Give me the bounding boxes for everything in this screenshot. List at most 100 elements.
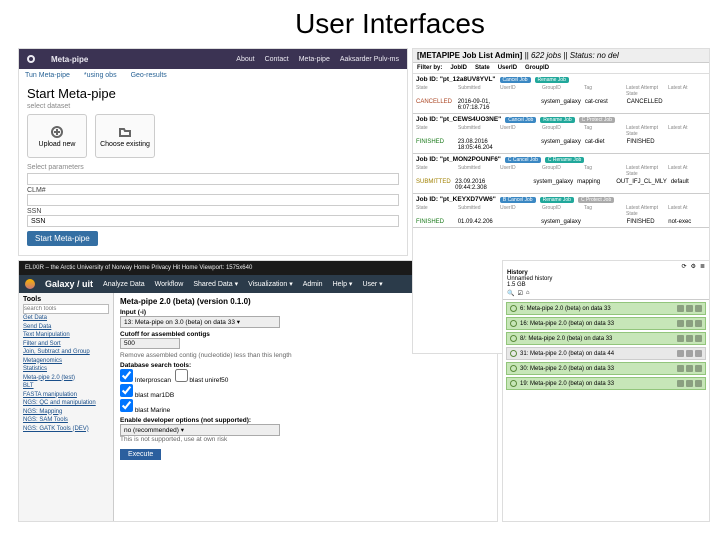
filter-userid[interactable]: UserID [498,65,517,71]
gxnav-shared[interactable]: Shared Data ▾ [193,280,238,288]
job-action-pill[interactable]: Rename Job [535,77,569,83]
history-action-icon[interactable] [677,320,684,327]
history-item[interactable]: 16: Meta-pipe 2.0 (beta) on data 33 [506,317,706,330]
job-action-pill[interactable]: Rename Job [540,197,574,203]
history-action-icon[interactable] [677,305,684,312]
cutoff-input[interactable]: 500 [120,338,180,349]
tool-link-5[interactable]: Metagenomics [23,358,109,366]
job-col-value: system_galaxy [533,179,573,191]
metapipe-brand: Meta-pipe [51,55,88,64]
job-col-value: 2016-09-01, 6:07:18.716 [458,99,496,111]
search-icon[interactable]: 🔍 [507,290,514,297]
upload-new-button[interactable]: Upload new [27,114,87,158]
history-action-icon[interactable] [677,365,684,372]
job-action-pill[interactable]: Cancel Job [500,77,531,83]
job-action-pill[interactable]: Rename Job [540,117,574,123]
job-action-pill[interactable]: Cancel Job [505,117,536,123]
param-top-input[interactable] [27,173,399,185]
history-action-icon[interactable] [686,365,693,372]
tool-link-12[interactable]: NGS: SAM Tools [23,417,109,425]
db-opt-2[interactable]: blast uniref50 [175,377,229,384]
history-action-icon[interactable] [686,335,693,342]
job-action-pill[interactable]: B Cancel Job [500,197,536,203]
tool-link-0[interactable]: Get Data [23,315,109,323]
db-check-2[interactable] [175,369,188,382]
tool-link-13[interactable]: NGS: GATK Tools (DEV) [23,426,109,434]
db-opt-4[interactable]: blast Marine [120,407,170,414]
nav-user[interactable]: Aaksarder Pulv-ms [340,56,399,63]
history-action-icon[interactable] [695,305,702,312]
tab-run[interactable]: Tun Meta-pipe [25,72,70,79]
history-item[interactable]: 30: Meta-pipe 2.0 (beta) on data 33 [506,362,706,375]
gxnav-viz[interactable]: Visualization ▾ [248,280,293,288]
gxnav-admin[interactable]: Admin [303,281,323,288]
job-action-pill[interactable]: C Protect Job [579,117,615,123]
history-panel: ⟳ ⚙ ≣ History Unnamed history 1.5 GB 🔍 ☑… [502,260,710,522]
job-col-value: SUBMITTED [416,179,451,191]
tool-link-10[interactable]: NGS: QC and manipulation [23,400,109,408]
history-action-icon[interactable] [695,380,702,387]
tool-link-6[interactable]: Statistics [23,366,109,374]
tool-link-3[interactable]: Filter and Sort [23,341,109,349]
db-opt-1[interactable]: Interproscan [120,377,171,384]
refresh-icon[interactable]: ⟳ [682,263,687,270]
history-action-icon[interactable] [695,365,702,372]
history-action-icon[interactable] [686,380,693,387]
db-check-1[interactable] [120,369,133,382]
list-icon[interactable]: ≣ [700,263,705,270]
param-clm-input[interactable] [27,194,399,206]
history-action-icon[interactable] [677,335,684,342]
db-opt-3[interactable]: blast mar1DB [120,392,174,399]
history-action-icon[interactable] [686,350,693,357]
history-action-icon[interactable] [677,380,684,387]
tool-link-9[interactable]: FASTA manipulation [23,392,109,400]
history-action-icon[interactable] [686,320,693,327]
gxnav-user[interactable]: User ▾ [362,280,382,288]
gxnav-workflow[interactable]: Workflow [155,281,184,288]
gxnav-help[interactable]: Help ▾ [333,280,353,288]
dev-select[interactable]: no (recommended) ▾ [120,424,280,436]
param-ssn-input[interactable] [27,215,399,227]
tool-link-1[interactable]: Send Data [23,324,109,332]
execute-button[interactable]: Execute [120,449,161,460]
history-item[interactable]: 19: Meta-pipe 2.0 (beta) on data 33 [506,377,706,390]
gear-icon[interactable]: ⚙ [691,263,696,270]
tool-link-4[interactable]: Join, Subtract and Group [23,349,109,357]
input-label: Input (-i) [120,309,146,316]
nav-contact[interactable]: Contact [265,56,289,63]
tool-link-7[interactable]: Meta-pipe 2.0 (test) [23,375,109,383]
input-select[interactable]: 13: Meta-pipe on 3.0 (beta) on data 33 ▾ [120,316,280,328]
choose-existing-button[interactable]: Choose existing [95,114,155,158]
filter-state[interactable]: State [475,65,490,71]
tools-header: Tools [23,296,109,303]
filter-groupid[interactable]: GroupID [525,65,549,71]
nav-metapipe[interactable]: Meta-pipe [299,56,330,63]
nav-about[interactable]: About [236,56,254,63]
tools-search-input[interactable] [23,304,109,314]
filter-jobid[interactable]: JobID [450,65,467,71]
tab-jobs[interactable]: *using obs [84,72,117,79]
check-all-icon[interactable]: ☑ [517,290,522,297]
job-action-pill[interactable]: C Cancel Job [505,157,541,163]
tool-link-2[interactable]: Text Manipulation [23,332,109,340]
history-action-icon[interactable] [677,350,684,357]
history-item[interactable]: 6: Meta-pipe 2.0 (beta) on data 33 [506,302,706,315]
history-item-actions [677,335,702,342]
start-metapipe-button[interactable]: Start Meta-pipe [27,231,98,246]
history-item[interactable]: 31: Meta-pipe 2.0 (beta) on data 44 [506,347,706,360]
history-action-icon[interactable] [695,335,702,342]
tool-link-11[interactable]: NGS: Mapping [23,409,109,417]
tag-icon[interactable]: ⌂ [526,290,530,297]
db-check-4[interactable] [120,399,133,412]
tool-link-8[interactable]: BLT [23,383,109,391]
galaxy-logo-icon [25,279,35,289]
job-action-pill[interactable]: C Protect Job [578,197,614,203]
tab-georesults[interactable]: Geo-results [131,72,167,79]
gxnav-analyze[interactable]: Analyze Data [103,281,145,288]
history-action-icon[interactable] [695,350,702,357]
db-check-3[interactable] [120,384,133,397]
history-action-icon[interactable] [686,305,693,312]
job-action-pill[interactable]: C Rename Job [545,157,584,163]
history-action-icon[interactable] [695,320,702,327]
history-item[interactable]: 8/: Meta-pipe 2.0 (beta) on data 33 [506,332,706,345]
